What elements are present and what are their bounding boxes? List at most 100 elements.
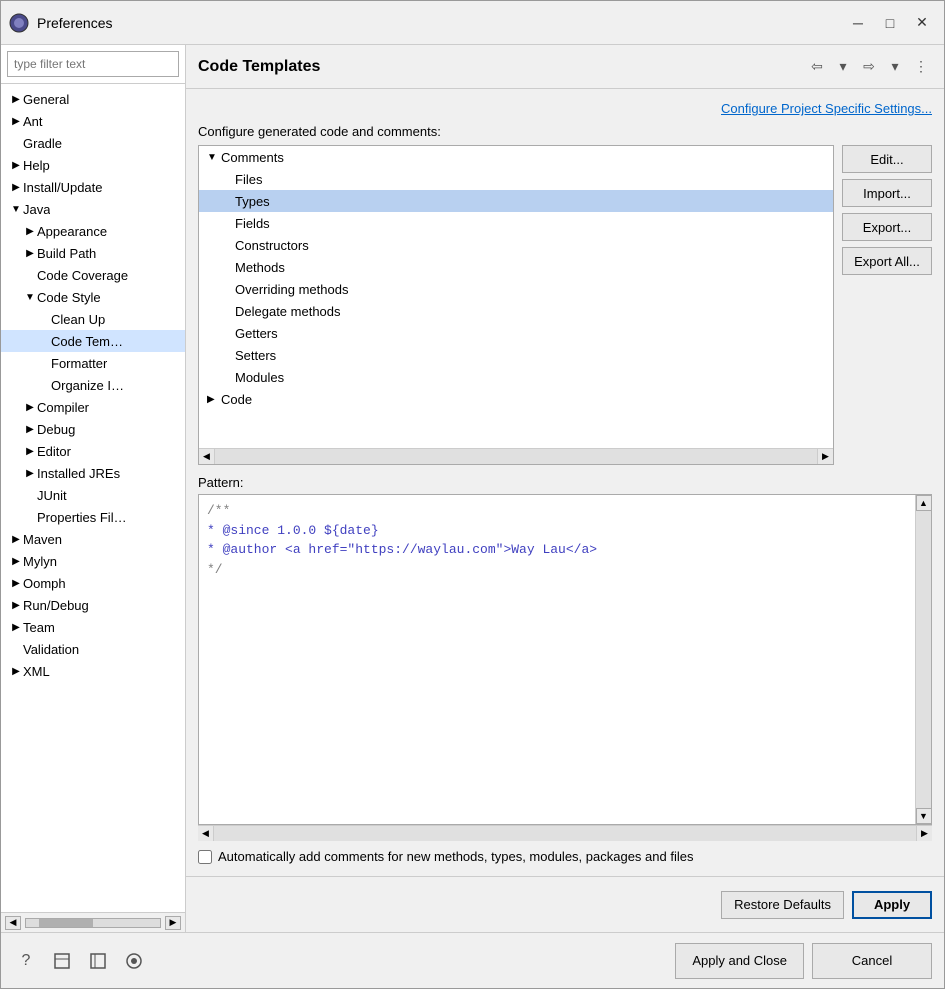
- auto-comment-label: Automatically add comments for new metho…: [218, 849, 693, 864]
- sidebar-item-mylyn[interactable]: ▶ Mylyn: [1, 550, 185, 572]
- cancel-button[interactable]: Cancel: [812, 943, 932, 979]
- sidebar-item-compiler[interactable]: ▶ Compiler: [1, 396, 185, 418]
- footer-icons: ?: [13, 948, 147, 974]
- sidebar-item-label: Properties Fil…: [37, 510, 127, 525]
- restore-defaults-button[interactable]: Restore Defaults: [721, 891, 844, 919]
- minimize-button[interactable]: ─: [844, 11, 872, 35]
- tt-item-getters[interactable]: Getters: [199, 322, 833, 344]
- sidebar-item-run-debug[interactable]: ▶ Run/Debug: [1, 594, 185, 616]
- auto-comment-checkbox[interactable]: [198, 850, 212, 864]
- scroll-left-btn[interactable]: ◀: [5, 916, 21, 930]
- sidebar-item-ant[interactable]: ▶ Ant: [1, 110, 185, 132]
- arrow-icon: [221, 240, 235, 251]
- hscroll-right-btn[interactable]: ▶: [817, 449, 833, 465]
- sidebar-item-code-templates[interactable]: Code Tem…: [1, 330, 185, 352]
- config-label: Configure generated code and comments:: [198, 124, 932, 139]
- arrow-icon: ▶: [23, 422, 37, 436]
- sidebar-item-general[interactable]: ▶ General: [1, 88, 185, 110]
- template-tree-hscroll: ◀ ▶: [199, 448, 833, 464]
- sidebar-item-gradle[interactable]: Gradle: [1, 132, 185, 154]
- help-icon-btn[interactable]: ?: [13, 948, 39, 974]
- sidebar-item-java[interactable]: ▼ Java: [1, 198, 185, 220]
- pattern-editor[interactable]: /** * @since 1.0.0 ${date} * @author <a …: [199, 495, 915, 824]
- footer-icon-btn-2[interactable]: [85, 948, 111, 974]
- scroll-track[interactable]: [25, 918, 161, 928]
- arrow-icon: ▶: [9, 554, 23, 568]
- sidebar-item-code-coverage[interactable]: Code Coverage: [1, 264, 185, 286]
- sidebar-item-label: Debug: [37, 422, 75, 437]
- footer-icon-btn-3[interactable]: [121, 948, 147, 974]
- sidebar-item-team[interactable]: ▶ Team: [1, 616, 185, 638]
- maximize-button[interactable]: □: [876, 11, 904, 35]
- sidebar-item-label: Build Path: [37, 246, 96, 261]
- edit-button[interactable]: Edit...: [842, 145, 932, 173]
- project-specific-link[interactable]: Configure Project Specific Settings...: [198, 101, 932, 116]
- scroll-right-btn[interactable]: ▶: [165, 916, 181, 930]
- filter-input[interactable]: [7, 51, 179, 77]
- content-header: Code Templates ⇦ ▾ ⇨ ▾ ⋮: [186, 45, 944, 89]
- tt-item-fields[interactable]: Fields: [199, 212, 833, 234]
- action-buttons: Edit... Import... Export... Export All..…: [842, 145, 932, 465]
- nav-more-btn[interactable]: ⋮: [910, 56, 932, 78]
- preferences-window: Preferences ─ □ ✕ ▶ General ▶ Ant: [0, 0, 945, 989]
- window-controls: ─ □ ✕: [844, 11, 936, 35]
- pattern-hscroll-right-btn[interactable]: ▶: [916, 826, 932, 842]
- sidebar-item-label: Formatter: [51, 356, 107, 371]
- sidebar-item-code-style[interactable]: ▼ Code Style: [1, 286, 185, 308]
- nav-back-btn[interactable]: ⇦: [806, 56, 828, 78]
- arrow-icon: [23, 510, 37, 524]
- sidebar-item-maven[interactable]: ▶ Maven: [1, 528, 185, 550]
- sidebar-item-junit[interactable]: JUnit: [1, 484, 185, 506]
- sidebar-item-build-path[interactable]: ▶ Build Path: [1, 242, 185, 264]
- import-button[interactable]: Import...: [842, 179, 932, 207]
- sidebar-item-appearance[interactable]: ▶ Appearance: [1, 220, 185, 242]
- template-tree: ▼ Comments Files Types: [198, 145, 834, 465]
- sidebar-item-help[interactable]: ▶ Help: [1, 154, 185, 176]
- sidebar-item-label: Oomph: [23, 576, 66, 591]
- vscroll-down-btn[interactable]: ▼: [916, 808, 932, 824]
- sidebar-item-xml[interactable]: ▶ XML: [1, 660, 185, 682]
- arrow-icon: [221, 306, 235, 317]
- sidebar-item-install-update[interactable]: ▶ Install/Update: [1, 176, 185, 198]
- tt-item-comments[interactable]: ▼ Comments: [199, 146, 833, 168]
- sidebar-item-clean-up[interactable]: Clean Up: [1, 308, 185, 330]
- tt-item-delegate-methods[interactable]: Delegate methods: [199, 300, 833, 322]
- bottom-bar: Restore Defaults Apply: [186, 876, 944, 932]
- pattern-hscroll-track[interactable]: [214, 826, 916, 841]
- hscroll-track[interactable]: [215, 449, 817, 464]
- sidebar-item-installed-jres[interactable]: ▶ Installed JREs: [1, 462, 185, 484]
- tt-item-methods[interactable]: Methods: [199, 256, 833, 278]
- apply-and-close-button[interactable]: Apply and Close: [675, 943, 804, 979]
- close-button[interactable]: ✕: [908, 11, 936, 35]
- export-button[interactable]: Export...: [842, 213, 932, 241]
- sidebar-item-label: Mylyn: [23, 554, 57, 569]
- hscroll-left-btn[interactable]: ◀: [199, 449, 215, 465]
- tt-item-setters[interactable]: Setters: [199, 344, 833, 366]
- sidebar-item-validation[interactable]: Validation: [1, 638, 185, 660]
- vscroll-track[interactable]: [916, 511, 932, 808]
- vscroll-up-btn[interactable]: ▲: [916, 495, 932, 511]
- tt-item-types[interactable]: Types: [199, 190, 833, 212]
- sidebar-item-formatter[interactable]: Formatter: [1, 352, 185, 374]
- tt-item-modules[interactable]: Modules: [199, 366, 833, 388]
- tt-item-code[interactable]: ▶ Code: [199, 388, 833, 410]
- nav-dropdown-btn[interactable]: ▾: [832, 56, 854, 78]
- sidebar-item-label: Ant: [23, 114, 43, 129]
- nav-forward-btn[interactable]: ⇨: [858, 56, 880, 78]
- sidebar-item-oomph[interactable]: ▶ Oomph: [1, 572, 185, 594]
- pattern-hscroll-left-btn[interactable]: ◀: [198, 826, 214, 842]
- tt-item-files[interactable]: Files: [199, 168, 833, 190]
- sidebar-item-organize-imports[interactable]: Organize I…: [1, 374, 185, 396]
- nav-forward2-btn[interactable]: ▾: [884, 56, 906, 78]
- footer-icon-btn-1[interactable]: [49, 948, 75, 974]
- sidebar-item-debug[interactable]: ▶ Debug: [1, 418, 185, 440]
- sidebar-item-editor[interactable]: ▶ Editor: [1, 440, 185, 462]
- apply-button[interactable]: Apply: [852, 891, 932, 919]
- sidebar-item-properties-file[interactable]: Properties Fil…: [1, 506, 185, 528]
- tt-item-overriding-methods[interactable]: Overriding methods: [199, 278, 833, 300]
- arrow-icon: [221, 196, 235, 207]
- tt-item-constructors[interactable]: Constructors: [199, 234, 833, 256]
- export-all-button[interactable]: Export All...: [842, 247, 932, 275]
- arrow-icon: [37, 334, 51, 348]
- arrow-icon: [23, 488, 37, 502]
